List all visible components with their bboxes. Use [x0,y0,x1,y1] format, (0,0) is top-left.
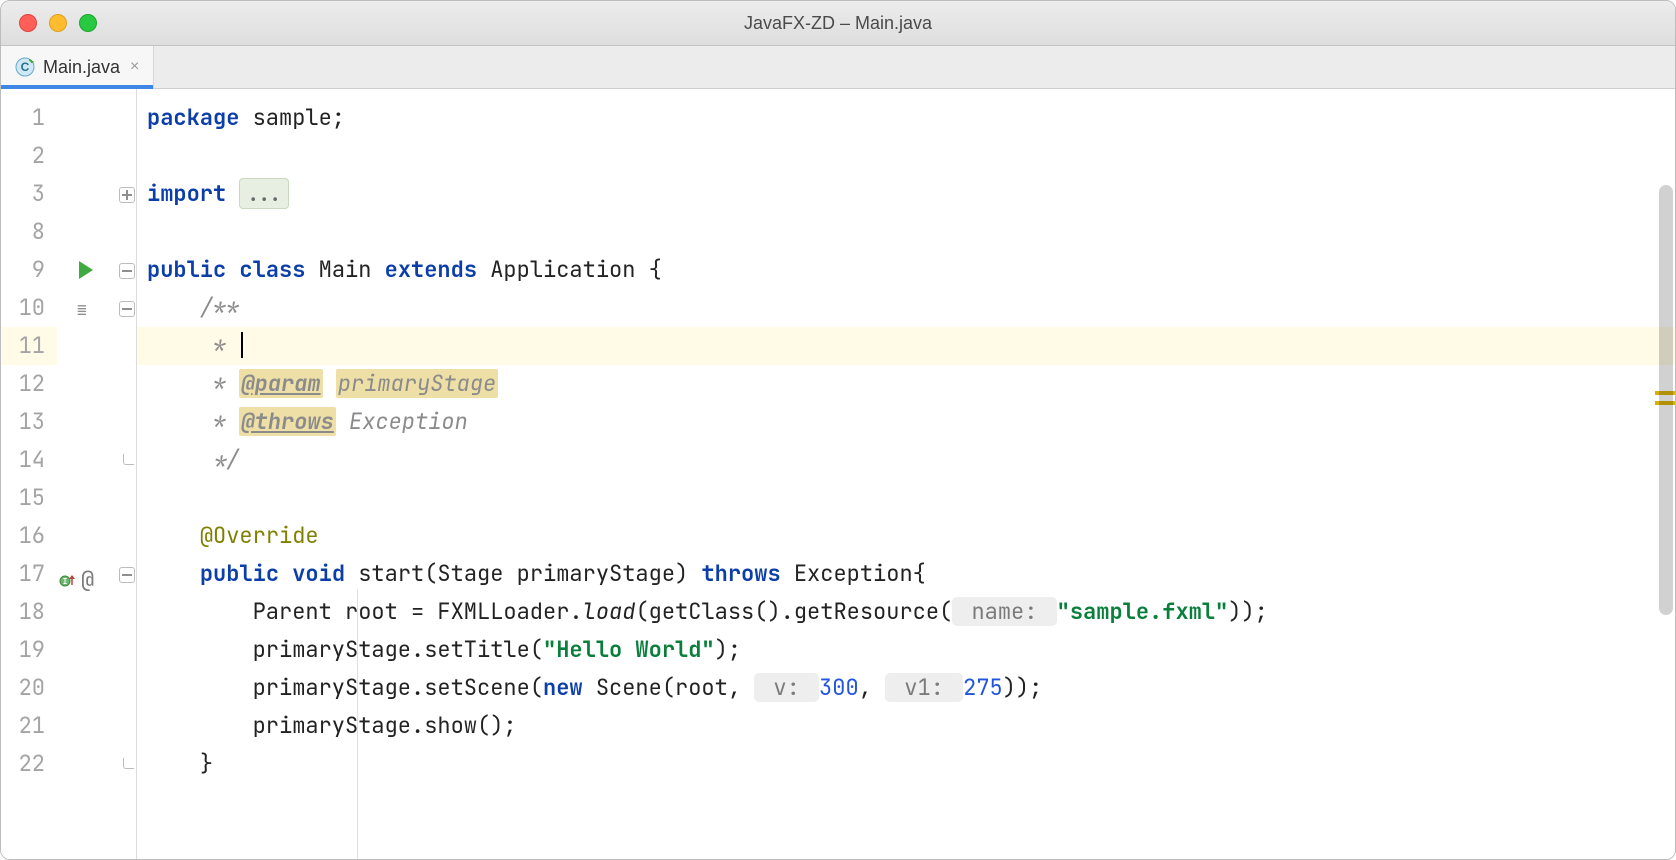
javadoc-tag: @param [239,369,322,398]
code-token: public [200,559,279,588]
line-number: 12 [1,365,57,403]
line-number: 15 [1,479,57,517]
java-class-icon: C [15,57,35,77]
code-token: , [859,673,885,702]
line-number: 13 [1,403,57,441]
code-token: load [583,597,636,626]
code-token: void [292,559,345,588]
code-token: throws [701,559,780,588]
code-token: primaryStage [336,369,498,398]
tab-label: Main.java [43,57,120,78]
fold-end-icon [123,454,134,465]
code-token: /** [200,293,240,322]
code-token: primaryStage.setScene( [253,673,543,702]
param-hint: v: [754,673,819,702]
fold-expand-icon[interactable] [119,187,135,203]
fold-collapse-icon[interactable] [119,567,135,583]
line-number: 19 [1,631,57,669]
param-hint: v1: [885,673,963,702]
code-token: 275 [963,673,1003,702]
gutter-icons: ≣ I @ [57,89,117,859]
line-number: 18 [1,593,57,631]
code-token: @Override [200,521,319,550]
fold-collapse-icon[interactable] [119,301,135,317]
line-number: 8 [1,213,57,251]
folded-region[interactable]: ... [239,178,289,209]
code-token: Parent root = FXMLLoader. [253,597,583,626]
code-area[interactable]: package sample; import ... public class … [137,89,1675,859]
fold-gutter [117,89,137,859]
line-number: 11 [1,327,57,365]
javadoc-tag: @throws [239,407,335,436]
code-token: Application { [477,255,662,284]
ide-window: JavaFX-ZD – Main.java C Main.java × 1 2 … [0,0,1676,860]
code-token: start(Stage primaryStage) [345,559,701,588]
line-number: 3 [1,175,57,213]
svg-text:I: I [63,577,68,587]
line-number: 20 [1,669,57,707]
line-number-gutter[interactable]: 1 2 3 8 9 10 11 12 13 14 15 16 17 18 19 … [1,89,57,859]
line-number: 21 [1,707,57,745]
scrollbar-thumb[interactable] [1659,185,1673,615]
param-hint: name: [952,597,1056,626]
code-token: Main [305,255,384,284]
line-number: 16 [1,517,57,555]
code-token: sample; [239,103,345,132]
code-token: "sample.fxml" [1057,597,1229,626]
line-number: 14 [1,441,57,479]
svg-text:C: C [21,60,30,74]
javadoc-icon[interactable]: ≣ [77,303,84,317]
run-icon[interactable] [79,261,93,279]
titlebar[interactable]: JavaFX-ZD – Main.java [1,1,1675,46]
code-token: primaryStage.setTitle( [253,635,543,664]
code-token: primaryStage.show(); [253,711,517,740]
code-token: package [147,103,239,132]
code-token: } [200,749,213,778]
code-token: * [200,407,240,436]
code-token: (getClass().getResource( [635,597,952,626]
line-number: 2 [1,137,57,175]
line-number: 22 [1,745,57,783]
tab-main-java[interactable]: C Main.java × [1,46,154,88]
code-token: )); [1003,673,1043,702]
scrollbar[interactable] [1657,185,1673,849]
line-number: 9 [1,251,57,289]
line-number: 1 [1,99,57,137]
code-token: new [543,673,583,702]
at-symbol-icon: @ [81,565,94,594]
line-number: 17 [1,555,57,593]
line-number: 10 [1,289,57,327]
code-token: "Hello World" [543,635,715,664]
code-token: import [147,179,226,208]
code-token: */ [200,445,240,474]
code-token: Exception [336,407,468,436]
code-token: public [147,255,226,284]
code-token: Scene(root, [583,673,755,702]
window-title: JavaFX-ZD – Main.java [1,13,1675,34]
code-token: 300 [819,673,859,702]
code-token: )); [1228,597,1268,626]
code-editor[interactable]: 1 2 3 8 9 10 11 12 13 14 15 16 17 18 19 … [1,89,1675,859]
code-token: extends [385,255,477,284]
code-token: * [200,369,240,398]
fold-collapse-icon[interactable] [119,263,135,279]
text-caret [241,332,243,358]
editor-tabs: C Main.java × [1,46,1675,89]
close-tab-icon[interactable]: × [130,58,139,76]
code-token: Exception{ [781,559,926,588]
fold-end-icon [123,758,134,769]
code-token: class [239,255,305,284]
code-token: ); [715,635,741,664]
code-token: * [200,331,240,360]
